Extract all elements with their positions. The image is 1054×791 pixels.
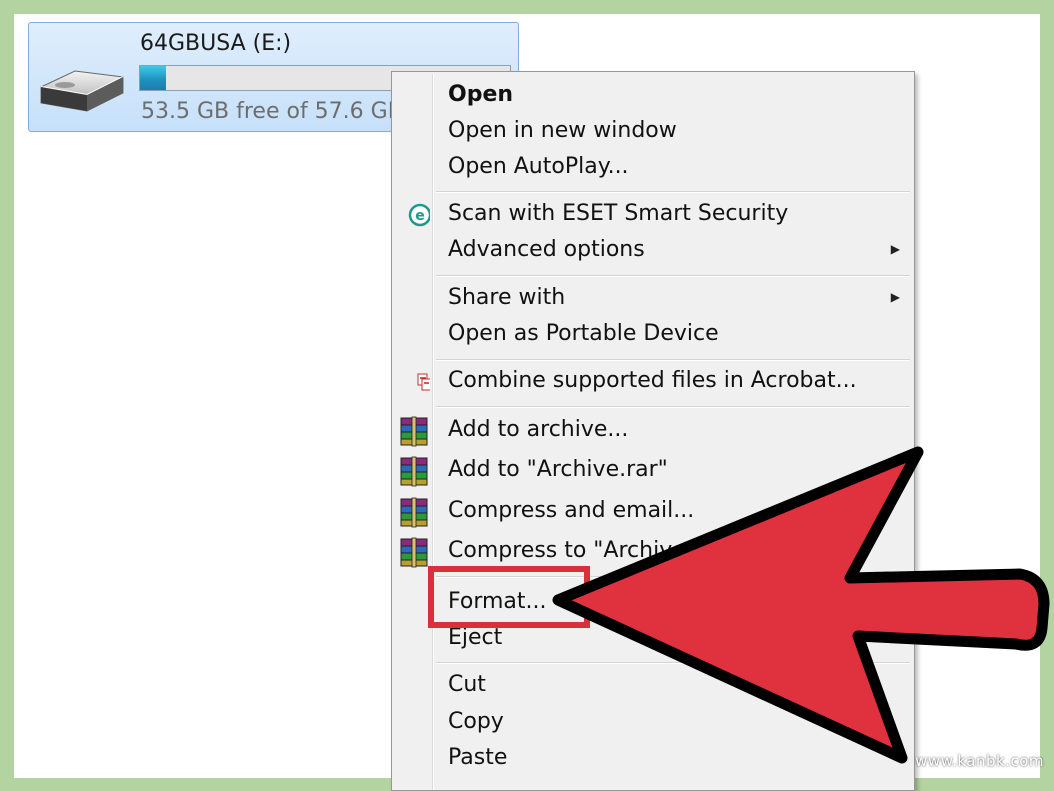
red-pointer-arrow-icon (552, 446, 1050, 764)
watermark: www.kanbk.com (915, 752, 1044, 770)
